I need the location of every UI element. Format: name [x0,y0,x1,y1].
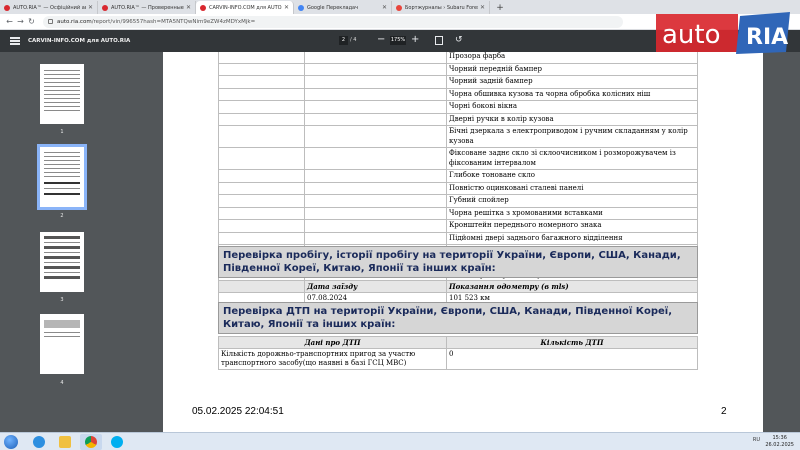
folder-taskbar-icon[interactable] [54,434,76,450]
browser-tab-3[interactable]: CARVIN-INFO.COM для AUTO.RIA✕ [196,1,294,14]
table-header-row: Дані про ДТП Кількість ДТП [218,336,698,349]
thumbnail-label: 4 [60,380,64,386]
logo-text-auto: auto [662,20,721,50]
lock-icon [48,19,53,24]
pdf-title: CARVIN-INFO.COM для AUTO.RIA [28,38,131,44]
start-button[interactable] [4,435,18,449]
feature-row: Чорна обшивка кузова та чорна обробка ко… [218,87,698,101]
feature-text: Бічні дзеркала з електроприводом і ручни… [446,125,698,148]
feature-row: Повністю оцинковані сталеві панелі [218,181,698,195]
tab-favicon [298,4,304,11]
autoria-logo: auto RIA [656,12,790,54]
table-row: Кількість дорожньо-транспортних пригод з… [218,348,698,370]
feature-text: Чорний передній бампер [446,62,698,76]
rotate-icon[interactable]: ↺ [455,35,463,45]
feature-row: Дверні ручки в колір кузова [218,112,698,126]
feature-row: Прозора фарба [218,52,698,64]
taskbar: RU 15:36 26.02.2025 [0,432,800,450]
page-thumbnail-4[interactable] [40,314,84,374]
clock-time: 15:36 [772,435,787,441]
thumbnail-label: 2 [60,213,64,219]
close-tab-icon[interactable]: ✕ [480,4,485,11]
feature-text: Глибоке тоноване скло [446,169,698,183]
accident-count: 0 [446,348,698,370]
browser-tab-2[interactable]: AUTO.RIA™ — Проверенные авто✕ [98,1,196,14]
feature-row: Губний спойлер [218,194,698,208]
accident-data: Кількість дорожньо-транспортних пригод з… [218,348,447,370]
browser-tab-1[interactable]: AUTO.RIA™ — Осфіційний автобазар✕ [0,1,98,14]
skype-taskbar-icon[interactable] [106,434,128,450]
feature-text: Чорний задній бампер [446,75,698,89]
feature-text: Губний спойлер [446,194,698,208]
tab-favicon [200,4,206,11]
chrome-taskbar-icon[interactable] [80,434,102,450]
reload-icon[interactable]: ↻ [26,17,37,26]
thumbnail-label: 1 [60,129,64,135]
thumbnail-sidebar: 1 2 3 4 [0,52,125,432]
feature-text: Кронштейн переднього номерного знака [446,219,698,233]
url-path: /report/vin/996557hash=MTA5NTQwNim9eZW4z… [91,18,256,25]
feature-text: Дверні ручки в колір кузова [446,112,698,126]
tab-favicon [102,4,108,11]
footer-page-number: 2 [721,406,727,417]
url-input[interactable]: auto.ria.com/report/vin/996557hash=MTA5N… [43,15,623,28]
ie-taskbar-icon[interactable] [28,434,50,450]
close-tab-icon[interactable]: ✕ [88,4,93,11]
browser-tab-5[interactable]: Бортжурналы › Subaru Forester✕ [392,1,490,14]
pdf-page: Прозора фарба Чорний передній бампер Чорни… [163,52,763,432]
page-thumbnail-3[interactable] [40,232,84,292]
thumbnail-label: 3 [60,297,64,303]
col-header-date: Дата заїзду [304,280,447,293]
close-tab-icon[interactable]: ✕ [284,4,289,11]
clock-date: 26.02.2025 [765,442,794,448]
fit-page-icon[interactable] [435,36,443,45]
feature-row: Бічні дзеркала з електроприводом і ручни… [218,125,698,148]
logo-text-ria: RIA [746,25,788,50]
feature-row: Чорний передній бампер [218,62,698,76]
feature-row: Фіксоване заднє скло зі склоочисником і … [218,147,698,170]
feature-row: Чорний задній бампер [218,75,698,89]
feature-row: Чорні бокові вікна [218,100,698,114]
feature-row: Підйомні двері заднього багажного відділ… [218,231,698,245]
mileage-section-title: Перевірка пробігу, історії пробігу на те… [218,246,698,278]
accident-section-title: Перевірка ДТП на території України, Євро… [218,302,698,334]
new-tab-button[interactable]: + [494,2,506,14]
zoom-input[interactable]: 175% [390,36,406,45]
feature-row: Глибоке тоноване скло [218,169,698,183]
feature-text: Повністю оцинковані сталеві панелі [446,181,698,195]
forward-arrow-icon[interactable]: → [15,17,26,26]
col-header-odometer: Показання одометру (в mls) [446,280,698,293]
tab-favicon [4,4,10,11]
page-total: / 4 [350,37,357,43]
browser-tab-4[interactable]: Google Перекладач ✕ [294,1,392,14]
feature-row: Чорна решітка з хромованими вставками [218,206,698,220]
feature-text: Підйомні двері заднього багажного відділ… [446,231,698,245]
pdf-viewer[interactable]: Прозора фарба Чорний передній бампер Чорни… [125,52,800,432]
language-indicator[interactable]: RU [753,437,760,443]
feature-text: Чорні бокові вікна [446,100,698,114]
feature-text: Чорна решітка з хромованими вставками [446,206,698,220]
tab-favicon [396,4,402,11]
page-thumbnail-1[interactable] [40,64,84,124]
col-header-accident-count: Кількість ДТП [446,336,698,349]
col-header-accident-data: Дані про ДТП [218,336,447,349]
zoom-in-button[interactable]: + [411,34,419,46]
page-thumbnail-2[interactable] [37,144,87,210]
close-tab-icon[interactable]: ✕ [382,4,387,11]
footer-timestamp: 05.02.2025 22:04:51 [192,406,284,417]
feature-text: Фіксоване заднє скло зі склоочисником і … [446,147,698,170]
menu-icon[interactable] [10,37,20,45]
close-tab-icon[interactable]: ✕ [186,4,191,11]
zoom-out-button[interactable]: − [377,34,385,46]
table-header-row: Дата заїзду Показання одометру (в mls) [218,280,698,293]
system-clock[interactable]: 15:36 26.02.2025 [765,435,794,449]
feature-text: Чорна обшивка кузова та чорна обробка ко… [446,87,698,101]
accident-table: Дані про ДТП Кількість ДТП Кількість дор… [218,336,698,370]
url-host: auto.ria.com [57,18,92,25]
feature-row: Кронштейн переднього номерного знака [218,219,698,233]
back-arrow-icon[interactable]: ← [4,17,15,26]
page-number-input[interactable]: 2 [339,36,348,45]
